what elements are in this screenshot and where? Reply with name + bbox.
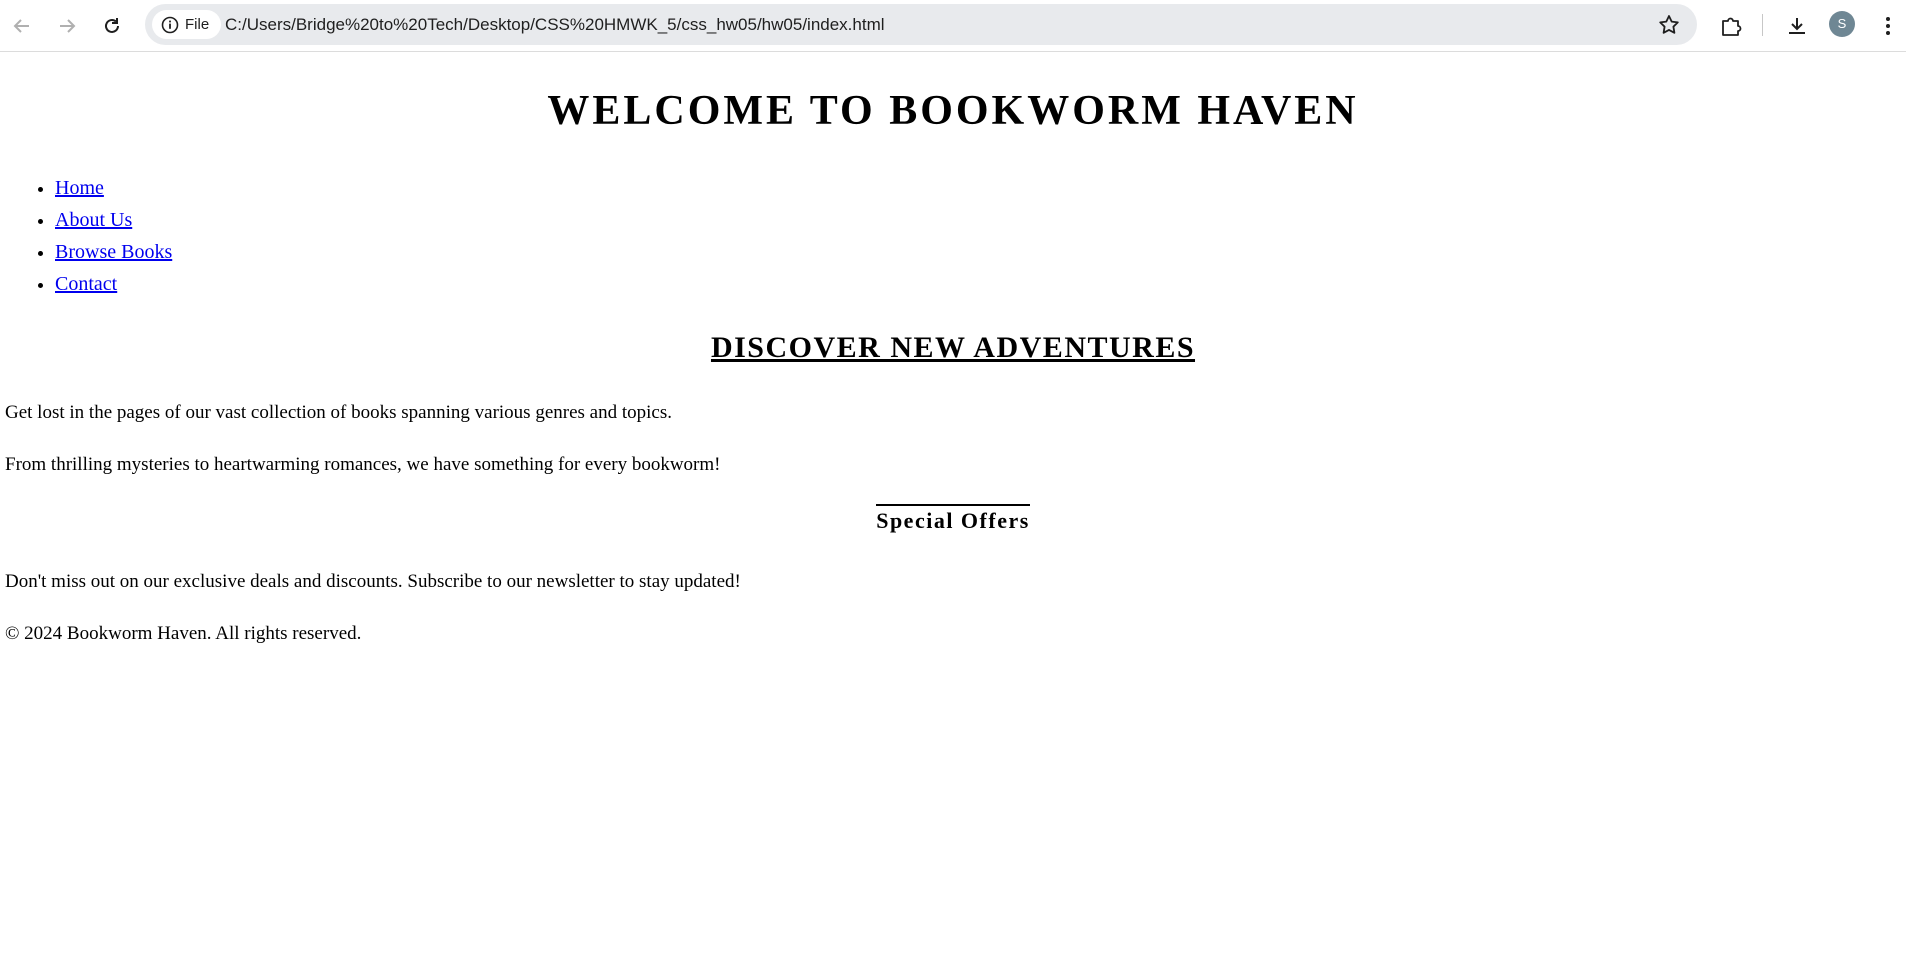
offers-heading-text: Special Offers: [876, 504, 1030, 533]
reload-icon: [105, 18, 119, 33]
puzzle-piece-icon: [1722, 17, 1742, 36]
nav-item-about: About Us: [55, 204, 172, 236]
main-nav: Home About Us Browse Books Contact: [0, 172, 172, 300]
downloads-button[interactable]: [1779, 8, 1815, 44]
nav-item-browse: Browse Books: [55, 236, 172, 268]
url-text[interactable]: C:/Users/Bridge%20to%20Tech/Desktop/CSS%…: [225, 4, 885, 45]
browser-toolbar: File C:/Users/Bridge%20to%20Tech/Desktop…: [0, 0, 1906, 52]
nav-link-contact[interactable]: Contact: [55, 273, 117, 295]
nav-item-contact: Contact: [55, 268, 172, 300]
genres-paragraph: From thrilling mysteries to heartwarming…: [5, 454, 721, 475]
footer-copyright: © 2024 Bookworm Haven. All rights reserv…: [5, 623, 362, 644]
arrow-right-icon: [60, 19, 76, 33]
download-icon: [1789, 18, 1805, 34]
nav-link-browse-books[interactable]: Browse Books: [55, 241, 172, 263]
forward-button[interactable]: [49, 8, 85, 44]
address-bar[interactable]: File C:/Users/Bridge%20to%20Tech/Desktop…: [145, 4, 1697, 45]
browser-menu-button[interactable]: [1870, 8, 1906, 44]
arrow-left-icon: [13, 19, 29, 33]
more-vertical-icon: [1886, 17, 1890, 35]
reload-button[interactable]: [94, 8, 130, 44]
back-button[interactable]: [4, 8, 40, 44]
nav-link-about[interactable]: About Us: [55, 209, 132, 231]
extensions-button[interactable]: [1713, 8, 1749, 44]
page-title: Welcome to Bookworm Haven: [547, 88, 1359, 134]
nav-item-home: Home: [55, 172, 172, 204]
bookmark-star-icon[interactable]: [1657, 13, 1681, 37]
offers-heading: Special Offers: [0, 504, 1906, 534]
nav-link-home[interactable]: Home: [55, 177, 104, 199]
section-heading: Discover New Adventures: [710, 331, 1196, 364]
profile-avatar[interactable]: S: [1829, 11, 1855, 37]
offers-paragraph: Don't miss out on our exclusive deals an…: [5, 571, 741, 592]
chip-label: File: [185, 16, 210, 33]
page-content: Welcome to Bookworm Haven Home About Us …: [0, 53, 1906, 955]
intro-paragraph: Get lost in the pages of our vast collec…: [5, 402, 672, 423]
site-info-chip[interactable]: File: [152, 10, 222, 39]
info-icon: [161, 16, 179, 33]
toolbar-separator: [1762, 14, 1763, 36]
